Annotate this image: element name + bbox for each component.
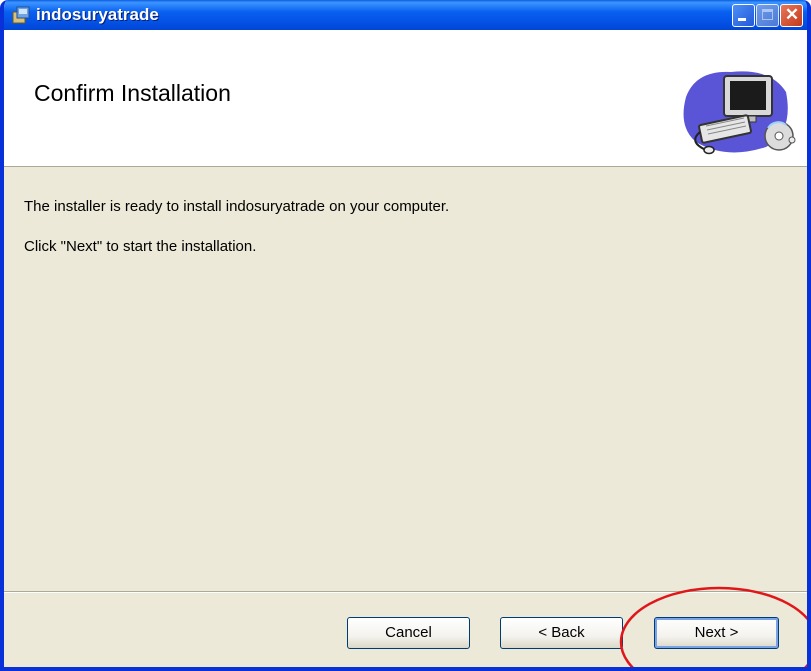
window-title: indosuryatrade [36,5,159,24]
maximize-icon [762,9,773,20]
installer-window: indosuryatrade ✕ Confirm Installation Th… [0,0,811,671]
close-icon: ✕ [784,5,800,24]
footer-divider [4,591,807,593]
ready-message: The installer is ready to install indosu… [24,198,450,215]
page-title: Confirm Installation [34,80,231,106]
next-button[interactable]: Next > [654,617,779,649]
back-button[interactable]: < Back [500,617,623,649]
header-banner: Confirm Installation [4,30,807,167]
minimize-icon [738,18,746,21]
minimize-button[interactable] [732,4,755,27]
installer-package-icon [12,6,30,24]
computer-with-cd-icon [683,71,796,155]
instruction-message: Click "Next" to start the installation. [24,238,257,255]
title-bar[interactable]: indosuryatrade ✕ [4,0,807,30]
maximize-button[interactable] [756,4,779,27]
dialog-body: The installer is ready to install indosu… [4,168,807,588]
cancel-button[interactable]: Cancel [347,617,470,649]
close-button[interactable]: ✕ [780,4,803,27]
